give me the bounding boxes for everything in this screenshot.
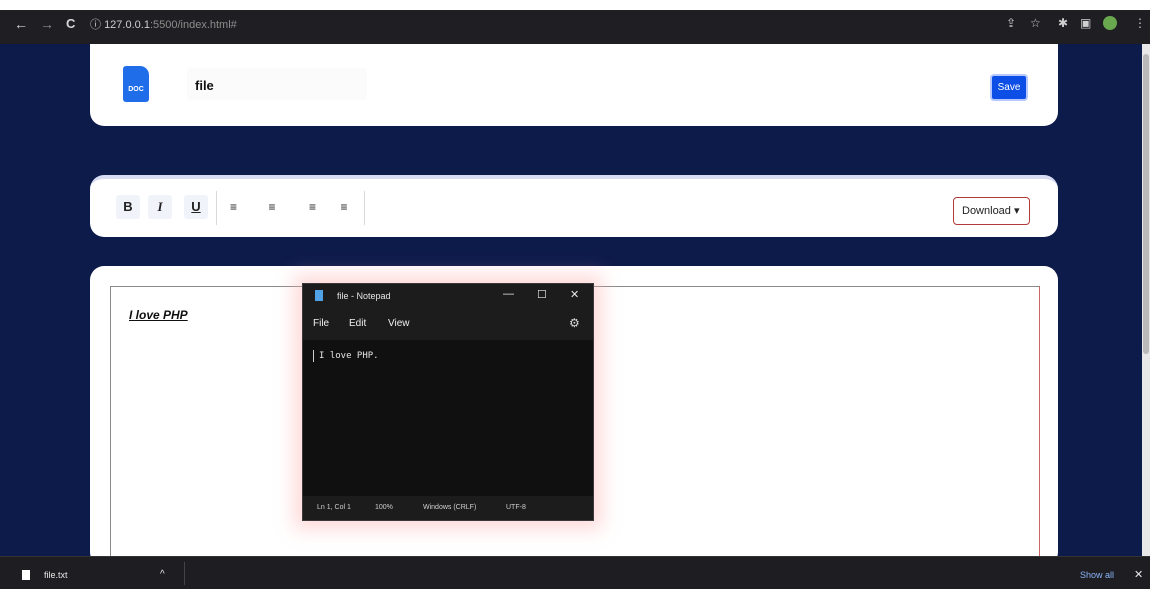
close-icon[interactable]: ✕ [570, 288, 579, 301]
notepad-text: I love PHP. [319, 351, 379, 361]
save-button[interactable]: Save [990, 74, 1028, 101]
notepad-text-area[interactable]: I love PHP. [303, 340, 593, 496]
menu-view[interactable]: View [388, 318, 410, 329]
downloads-divider [184, 562, 185, 585]
show-all-link[interactable]: Show all [1080, 570, 1114, 580]
status-encoding: UTF-8 [506, 504, 526, 511]
status-zoom: 100% [375, 504, 393, 511]
editor-text: I love PHP [129, 308, 188, 322]
align-right-button[interactable]: ≡ [296, 195, 320, 219]
reload-icon[interactable]: C [66, 16, 75, 31]
settings-gear-icon[interactable]: ⚙ [569, 316, 580, 330]
notepad-title: file - Notepad [337, 291, 391, 301]
status-line-endings: Windows (CRLF) [423, 504, 477, 511]
close-downloads-icon[interactable]: ✕ [1134, 568, 1143, 581]
back-icon[interactable]: ← [14, 16, 28, 32]
file-icon [22, 570, 30, 580]
side-panel-icon[interactable]: ▣ [1080, 16, 1091, 30]
align-left-button[interactable]: ≡ [226, 195, 250, 219]
window-top-strip [0, 0, 1150, 10]
italic-button[interactable]: I [148, 195, 172, 219]
notepad-app-icon [315, 290, 323, 301]
bold-button[interactable]: B [116, 195, 140, 219]
notepad-window: file - Notepad — ☐ ✕ File Edit View ⚙ I … [302, 283, 594, 521]
address-bar[interactable]: ⓘ 127.0.0.1:5500/index.html# [90, 16, 237, 32]
filename-value: file [195, 78, 214, 93]
scrollbar-thumb[interactable] [1143, 54, 1149, 354]
maximize-icon[interactable]: ☐ [537, 288, 547, 301]
status-position: Ln 1, Col 1 [317, 504, 351, 511]
toolbar-divider [364, 191, 365, 225]
extensions-icon[interactable]: ✱ [1058, 16, 1068, 30]
menu-file[interactable]: File [313, 318, 329, 329]
menu-edit[interactable]: Edit [349, 318, 366, 329]
profile-avatar[interactable] [1103, 16, 1117, 30]
toolbar-divider [216, 191, 217, 225]
download-dropdown[interactable]: Download ▾ [953, 197, 1030, 225]
chevron-up-icon[interactable]: ^ [160, 569, 165, 580]
doc-file-icon: DOC [123, 66, 149, 102]
align-center-button[interactable]: ≡ [260, 195, 284, 219]
forward-icon[interactable]: → [40, 16, 54, 32]
downloads-bar: file.txt ^ Show all ✕ [0, 556, 1150, 589]
page-scrollbar[interactable] [1142, 44, 1150, 556]
text-caret [313, 350, 314, 362]
notepad-title-bar[interactable]: file - Notepad — ☐ ✕ [303, 284, 593, 308]
browser-menu-icon[interactable]: ⋮ [1134, 16, 1146, 30]
notepad-status-bar: Ln 1, Col 1 100% Windows (CRLF) UTF-8 [303, 496, 593, 520]
share-icon[interactable]: ⇪ [1006, 16, 1016, 30]
doc-icon-label: DOC [128, 86, 144, 93]
notepad-menu-bar: File Edit View ⚙ [303, 308, 593, 340]
download-file-name[interactable]: file.txt [44, 570, 68, 580]
justify-button[interactable]: ≡ [332, 195, 356, 219]
minimize-icon[interactable]: — [503, 288, 514, 300]
header-card: DOC file Save [90, 44, 1058, 126]
url-path: :5500/index.html# [149, 19, 237, 31]
browser-toolbar: ← → C ⓘ 127.0.0.1:5500/index.html# ⇪ ☆ ✱… [0, 0, 1150, 44]
underline-button[interactable]: U [184, 195, 208, 219]
bookmark-star-icon[interactable]: ☆ [1030, 16, 1041, 30]
site-info-icon[interactable]: ⓘ [90, 19, 101, 31]
url-host: 127.0.0.1 [104, 19, 150, 31]
formatting-toolbar: B I U ≡ ≡ ≡ ≡ Download ▾ [90, 175, 1058, 237]
filename-input[interactable]: file [187, 68, 367, 100]
